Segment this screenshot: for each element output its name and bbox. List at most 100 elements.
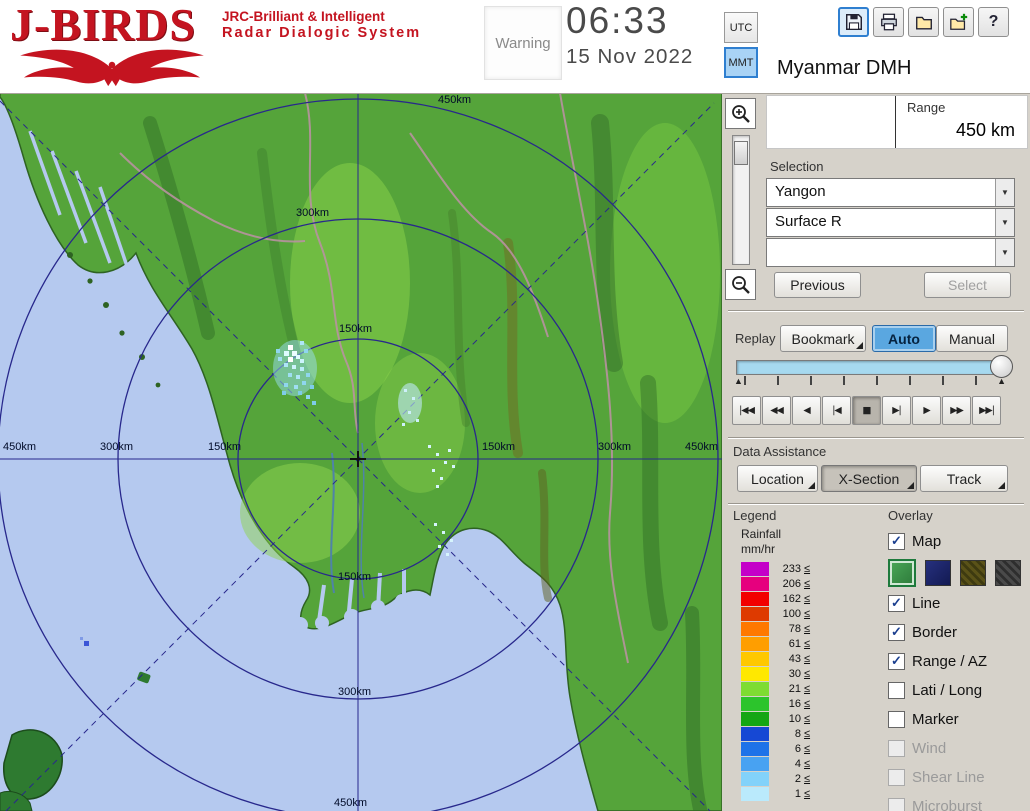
less-equal-icon: ≤ [804,638,810,650]
checkbox [888,769,905,786]
stop-button[interactable]: ■ [852,396,881,425]
step-forward-button[interactable]: ▶| [882,396,911,425]
legend-row: 2≤ [741,771,861,786]
replay-heading: Replay [735,331,775,346]
add-data-button[interactable] [943,7,974,37]
legend-unit-line1: Rainfall [741,527,861,542]
auto-mode-button[interactable]: Auto [872,325,936,352]
checkbox[interactable] [888,711,905,728]
checkbox[interactable]: ✓ [888,533,905,550]
legend-color-swatch [741,577,769,591]
legend-value: 8 [775,728,801,740]
print-button[interactable] [873,7,904,37]
utc-button[interactable]: UTC [724,12,758,43]
clock-time: 06:33 [566,0,693,42]
skip-to-start-button[interactable]: |◀◀ [732,396,761,425]
legend-color-swatch [741,682,769,696]
fast-rewind-button[interactable]: ◀◀ [762,396,791,425]
map-style-olive[interactable] [960,560,986,586]
legend-color-swatch [741,712,769,726]
checkbox[interactable]: ✓ [888,624,905,641]
track-button[interactable]: Track [920,465,1008,492]
overlay-label: Shear Line [912,769,985,786]
site-select[interactable]: Yangon ▼ [766,178,1015,207]
legend-color-swatch [741,592,769,606]
less-equal-icon: ≤ [804,608,810,620]
zoom-in-button[interactable] [725,98,756,129]
map-style-navy[interactable] [925,560,951,586]
less-equal-icon: ≤ [804,623,810,635]
fast-forward-button[interactable]: ▶▶ [942,396,971,425]
checkbox[interactable]: ✓ [888,653,905,670]
zoom-out-button[interactable] [725,269,756,300]
legend-color-swatch [741,637,769,651]
bookmark-button[interactable]: Bookmark [780,325,866,352]
less-equal-icon: ≤ [804,593,810,605]
skip-to-end-button[interactable]: ▶▶| [972,396,1001,425]
checkbox[interactable] [888,682,905,699]
legend-color-swatch [741,787,769,801]
open-folder-button[interactable] [908,7,939,37]
less-equal-icon: ≤ [804,758,810,770]
magnifier-plus-icon [730,103,752,125]
less-equal-icon: ≤ [804,743,810,755]
map-style-green[interactable] [888,559,916,587]
header-bar: J-BIRDS JRC-Brilliant & Intelligent Rada… [0,0,1030,94]
legend-value: 6 [775,743,801,755]
legend-value: 100 [775,608,801,620]
location-button[interactable]: Location [737,465,818,492]
replay-timeline-slider[interactable] [736,360,1008,375]
overlay-label: Marker [912,711,959,728]
chevron-down-icon[interactable]: ▼ [995,179,1014,206]
eagle-logo-icon [14,44,210,88]
overlay-panel: ✓Map ✓Line✓Border✓Range / AZLati / Long Ma… [888,527,1028,811]
legend-color-swatch [741,667,769,681]
previous-button[interactable]: Previous [774,272,861,298]
j-birds-window: J-BIRDS JRC-Brilliant & Intelligent Rada… [0,0,1030,811]
overlay-item-line[interactable]: ✓Line [888,589,1028,618]
legend-value: 43 [775,653,801,665]
legend-value: 16 [775,698,801,710]
station-title: Myanmar DMH [777,57,911,80]
play-reverse-button[interactable]: ◀ [792,396,821,425]
save-button[interactable] [838,7,869,37]
legend-value: 233 [775,563,801,575]
overlay-item-microburst: Microburst [888,792,1028,811]
option-select[interactable]: ▼ [766,238,1015,267]
overlay-item-marker[interactable]: Marker [888,705,1028,734]
folder-icon [914,12,934,32]
zoom-slider[interactable] [732,135,750,265]
radar-map[interactable]: 450km300km150km450km300km150km150km300km… [0,93,722,811]
legend-value: 1 [775,788,801,800]
floppy-disk-icon [844,12,864,32]
help-button[interactable]: ? [978,7,1009,37]
manual-mode-button[interactable]: Manual [936,325,1008,352]
x-section-button[interactable]: X-Section [821,465,917,492]
legend-row: 4≤ [741,756,861,771]
legend-row: 16≤ [741,696,861,711]
chevron-down-icon[interactable]: ▼ [995,239,1014,266]
checkbox[interactable]: ✓ [888,595,905,612]
toolbar: ? [838,7,1009,37]
chevron-down-icon[interactable]: ▼ [995,209,1014,236]
overlay-item-range-az[interactable]: ✓Range / AZ [888,647,1028,676]
selection-heading: Selection [770,159,823,174]
map-style-dark[interactable] [995,560,1021,586]
overlay-item-map[interactable]: ✓Map [888,527,1028,556]
legend-color-swatch [741,562,769,576]
overlay-item-lati-long[interactable]: Lati / Long [888,676,1028,705]
tick-marks [744,376,998,385]
less-equal-icon: ≤ [804,653,810,665]
legend-row: 61≤ [741,636,861,651]
legend-row: 10≤ [741,711,861,726]
product-select[interactable]: Surface R ▼ [766,208,1015,237]
legend-color-swatch [741,742,769,756]
zoom-slider-thumb[interactable] [734,141,748,165]
overlay-item-border[interactable]: ✓Border [888,618,1028,647]
mmt-button[interactable]: MMT [724,47,758,78]
legend-color-swatch [741,697,769,711]
play-button[interactable]: ▶ [912,396,941,425]
legend-row: 162≤ [741,591,861,606]
step-back-button[interactable]: |◀ [822,396,851,425]
logo-subtitle-line2: Radar Dialogic System [222,25,421,41]
